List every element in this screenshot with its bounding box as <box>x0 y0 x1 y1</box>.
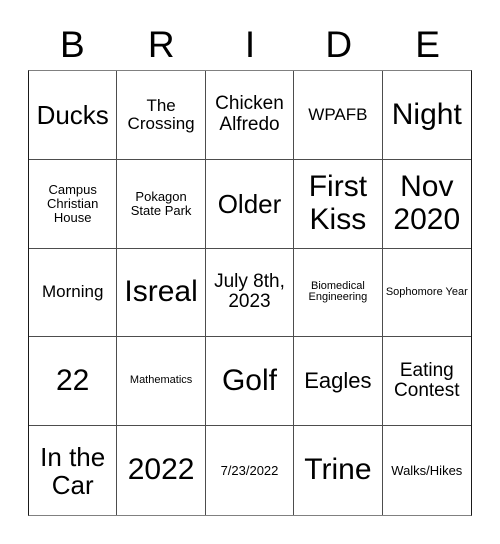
bingo-cell-label: 22 <box>56 364 90 398</box>
bingo-cell-label: Ducks <box>36 99 109 130</box>
bingo-cell-label: Morning <box>41 282 104 302</box>
bingo-header-letter-2: I <box>244 24 256 65</box>
bingo-cell[interactable]: Eating Contest <box>382 337 471 427</box>
bingo-cell-label: 7/23/2022 <box>220 462 279 478</box>
bingo-cell[interactable]: Trine <box>294 426 383 515</box>
bingo-cell-label: Nov 2020 <box>393 170 461 236</box>
bingo-header-letter-3: D <box>325 24 353 65</box>
bingo-cell[interactable]: Sophomore Year <box>382 248 471 338</box>
bingo-cell-label: 2022 <box>127 453 195 487</box>
bingo-header-letter-1: R <box>147 24 175 65</box>
bingo-cell[interactable]: Morning <box>29 248 118 338</box>
bingo-cell[interactable]: Walks/Hikes <box>382 426 471 515</box>
bingo-cell-label: July 8th, 2023 <box>214 270 285 313</box>
bingo-cell[interactable]: 7/23/2022 <box>205 426 295 515</box>
bingo-cell-label: First Kiss <box>308 170 368 236</box>
bingo-cell-label: Mathematics <box>129 374 193 387</box>
bingo-cell[interactable]: Chicken Alfredo <box>205 71 295 160</box>
bingo-cell[interactable]: Pokagon State Park <box>117 159 206 249</box>
bingo-cell[interactable]: July 8th, 2023 <box>205 248 295 338</box>
bingo-cell[interactable]: Biomedical Engineering <box>294 248 383 338</box>
bingo-cell-label: Older <box>217 188 282 219</box>
bingo-cell[interactable]: Golf <box>205 337 295 427</box>
bingo-cell[interactable]: Nov 2020 <box>382 159 471 249</box>
bingo-cell[interactable]: Mathematics <box>117 337 206 427</box>
bingo-grid: Ducks The Crossing Chicken Alfredo WPAFB Nig… <box>28 70 472 516</box>
bingo-header-letter-0: B <box>60 24 85 65</box>
bingo-card: B R I D E Ducks The Crossing Chicken Alfredo WP… <box>0 0 500 544</box>
bingo-cell[interactable]: 2022 <box>117 426 206 515</box>
bingo-cell[interactable]: 22 <box>29 337 118 427</box>
bingo-cell[interactable]: Isreal <box>117 248 206 338</box>
bingo-cell-label: Eating Contest <box>394 359 460 402</box>
bingo-cell-label: The Crossing <box>127 95 195 133</box>
bingo-cell-label: WPAFB <box>308 104 368 124</box>
bingo-cell[interactable]: First Kiss <box>294 159 383 249</box>
bingo-cell-label: Golf <box>221 364 277 398</box>
bingo-cell[interactable]: Older <box>205 159 295 249</box>
bingo-cell-label: Walks/Hikes <box>391 462 463 478</box>
bingo-cell[interactable]: In the Car <box>29 426 118 515</box>
bingo-cell-label: Trine <box>304 453 372 487</box>
bingo-cell[interactable]: Campus Christian House <box>29 159 118 249</box>
bingo-cell[interactable]: WPAFB <box>294 71 383 160</box>
bingo-cell-label: Campus Christian House <box>47 181 99 225</box>
bingo-cell[interactable]: Ducks <box>29 71 118 160</box>
bingo-header: BRIDE <box>28 22 472 68</box>
bingo-cell[interactable]: Night <box>382 71 471 160</box>
bingo-cell-label: Eagles <box>304 368 372 394</box>
bingo-cell-label: In the Car <box>40 441 106 500</box>
bingo-cell-label: Sophomore Year <box>385 285 468 298</box>
bingo-cell-label: Night <box>391 97 462 131</box>
bingo-cell[interactable]: The Crossing <box>117 71 206 160</box>
bingo-cell-label: Isreal <box>124 275 198 309</box>
bingo-cell-label: Biomedical Engineering <box>308 279 368 304</box>
bingo-cell-label: Pokagon State Park <box>130 188 192 218</box>
bingo-header-letter-4: E <box>415 24 440 65</box>
bingo-cell[interactable]: Eagles <box>294 337 383 427</box>
bingo-cell-label: Chicken Alfredo <box>215 93 284 135</box>
